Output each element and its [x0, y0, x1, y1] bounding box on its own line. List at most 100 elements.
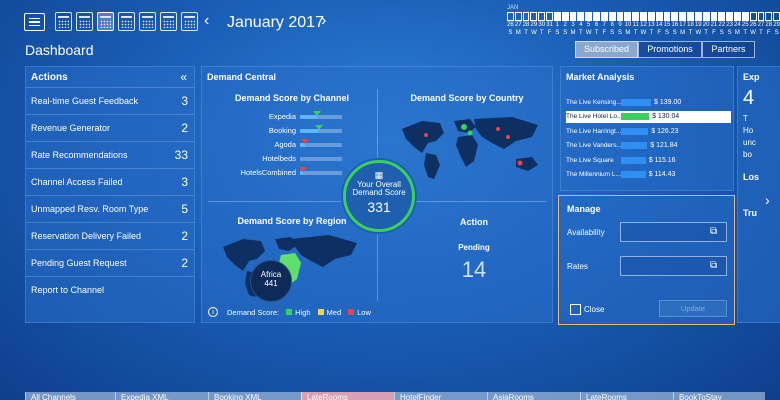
market-row[interactable]: The Live Hotel Lo... $ 130.04	[566, 110, 731, 123]
mini-calendar-day-box[interactable]	[569, 12, 577, 21]
mini-calendar-day-box[interactable]	[600, 12, 608, 21]
calendar-3day-icon[interactable]	[76, 12, 93, 31]
market-row[interactable]: The Millennium L... $ 114.43	[566, 169, 731, 181]
region-value: 441	[264, 279, 278, 288]
tab-hotelfinder[interactable]: HotelFinder	[394, 392, 487, 400]
mini-calendar-day-number: 6	[594, 22, 599, 28]
action-label: Pending Guest Request	[31, 258, 127, 268]
mini-calendar-day-box[interactable]	[734, 12, 741, 21]
tab-laterooms[interactable]: LateRooms	[301, 392, 394, 400]
mini-calendar-day-box[interactable]	[671, 12, 679, 21]
channel-row[interactable]: Hotelbeds	[222, 153, 372, 164]
mini-calendar-day-box[interactable]	[546, 12, 553, 21]
action-item-report-to-channel[interactable]: Report to Channel	[26, 276, 194, 303]
mini-calendar-day-box[interactable]	[507, 12, 514, 21]
hotel-name: The Live Vanders...	[566, 142, 621, 149]
mini-calendar-day-box[interactable]	[538, 12, 546, 21]
right-panel-line-2: Ho	[743, 126, 754, 135]
tab-asiarooms[interactable]: AsiaRooms	[487, 392, 580, 400]
menu-button[interactable]	[24, 13, 45, 31]
market-row[interactable]: The Live Square $ 115.16	[566, 154, 731, 166]
mini-calendar-day-box[interactable]	[530, 12, 538, 21]
action-item-unmapped-room-type[interactable]: Unmapped Resv. Room Type 5	[26, 195, 194, 222]
mini-calendar-day-box[interactable]	[553, 12, 561, 21]
calendar-week-icon[interactable]	[118, 12, 135, 31]
info-icon[interactable]: i	[208, 307, 218, 317]
mini-calendar-day-box[interactable]	[749, 12, 757, 21]
mini-calendar-weekday: T	[594, 30, 599, 36]
africa-region-bubble[interactable]: Africa 441	[250, 260, 292, 302]
action-item-revenue-generator[interactable]: Revenue Generator 2	[26, 114, 194, 141]
calendar-list-icon[interactable]	[160, 12, 177, 31]
mini-calendar-day-box[interactable]	[687, 12, 694, 21]
collapse-icon[interactable]: «	[180, 70, 187, 84]
prev-month-button[interactable]: ‹	[204, 12, 209, 30]
tab-partners[interactable]: Partners	[702, 41, 755, 58]
rates-field[interactable]: ⧉	[620, 256, 727, 276]
action-count[interactable]: 14	[424, 257, 524, 283]
action-item-rate-recommendations[interactable]: Rate Recommendations 33	[26, 141, 194, 168]
mini-calendar-day-box[interactable]	[718, 12, 726, 21]
mini-calendar-day-box[interactable]	[655, 12, 663, 21]
external-link-icon[interactable]: ⧉	[710, 226, 722, 238]
mini-calendar-day-box[interactable]	[616, 12, 624, 21]
mini-calendar-boxes[interactable]	[507, 12, 780, 21]
mini-calendar-day-box[interactable]	[624, 12, 632, 21]
chevron-right-icon[interactable]: ›	[765, 192, 770, 208]
rate-bar	[621, 142, 648, 149]
world-map-country[interactable]	[392, 107, 552, 187]
action-count: 3	[181, 94, 188, 108]
next-month-button[interactable]: ›	[321, 12, 326, 30]
channel-row[interactable]: Booking	[222, 125, 372, 136]
update-button[interactable]: Update	[659, 300, 727, 317]
calendar-month-icon[interactable]	[97, 12, 114, 31]
mini-calendar-day-box[interactable]	[726, 12, 734, 21]
mini-calendar-day-box[interactable]	[647, 12, 655, 21]
tab-promotions[interactable]: Promotions	[638, 41, 702, 58]
action-item-channel-access-failed[interactable]: Channel Access Failed 3	[26, 168, 194, 195]
demand-central-title: Demand Central	[207, 72, 277, 82]
market-row[interactable]: The Live Kensing... $ 139.00	[566, 96, 731, 108]
calendar-grid-icon[interactable]	[139, 12, 156, 31]
external-link-icon[interactable]: ⧉	[710, 260, 722, 272]
close-checkbox[interactable]	[570, 304, 581, 315]
availability-field[interactable]: ⧉	[620, 222, 727, 242]
mini-calendar-day-box[interactable]	[514, 12, 522, 21]
mini-calendar[interactable]: JAN 26 27 28 29 30 31 1 2 3 4 5 6 7 8 9 10 11 12 13 14 15 16 1…	[507, 5, 780, 37]
calendar-day-icon[interactable]	[55, 12, 72, 31]
action-item-guest-feedback[interactable]: Real-time Guest Feedback 3	[26, 87, 194, 114]
mini-calendar-day-box[interactable]	[593, 12, 600, 21]
tab-expedia-xml[interactable]: Expedia XML	[115, 392, 208, 400]
mini-calendar-day-box[interactable]	[561, 12, 569, 21]
mini-calendar-day-box[interactable]	[585, 12, 593, 21]
world-map-region[interactable]	[217, 227, 367, 302]
mini-calendar-day-box[interactable]	[577, 12, 585, 21]
tab-subscribed[interactable]: Subscribed	[575, 41, 638, 58]
mini-calendar-day-box[interactable]	[765, 12, 773, 21]
mini-calendar-day-box[interactable]	[741, 12, 749, 21]
mini-calendar-day-box[interactable]	[702, 12, 710, 21]
mini-calendar-day-box[interactable]	[632, 12, 640, 21]
mini-calendar-day-box[interactable]	[663, 12, 671, 21]
mini-calendar-day-box[interactable]	[710, 12, 718, 21]
mini-calendar-day-box[interactable]	[608, 12, 616, 21]
mini-calendar-day-box[interactable]	[757, 12, 765, 21]
tab-booking-xml[interactable]: Booking XML	[208, 392, 301, 400]
mini-calendar-day-box[interactable]	[640, 12, 647, 21]
action-item-pending-guest-request[interactable]: Pending Guest Request 2	[26, 249, 194, 276]
tab-laterooms-2[interactable]: LateRooms	[580, 392, 673, 400]
calendar-edit-icon[interactable]	[181, 12, 198, 31]
tab-all-channels[interactable]: All Channels	[25, 392, 115, 400]
channel-row[interactable]: Agoda	[222, 139, 372, 150]
mini-calendar-day-box[interactable]	[773, 12, 780, 21]
mini-calendar-day-box[interactable]	[694, 12, 702, 21]
action-item-reservation-delivery-failed[interactable]: Reservation Delivery Failed 2	[26, 222, 194, 249]
mini-calendar-day-box[interactable]	[522, 12, 530, 21]
tab-booktostay[interactable]: BookToStay	[673, 392, 765, 400]
channel-row[interactable]: Expedia	[222, 111, 372, 122]
market-row[interactable]: The Live Harringt... $ 126.23	[566, 125, 731, 137]
mini-calendar-day-number: 12	[640, 22, 647, 28]
market-row[interactable]: The Live Vanders... $ 121.84	[566, 140, 731, 152]
mini-calendar-day-box[interactable]	[679, 12, 687, 21]
legend-low: Low	[357, 307, 371, 317]
